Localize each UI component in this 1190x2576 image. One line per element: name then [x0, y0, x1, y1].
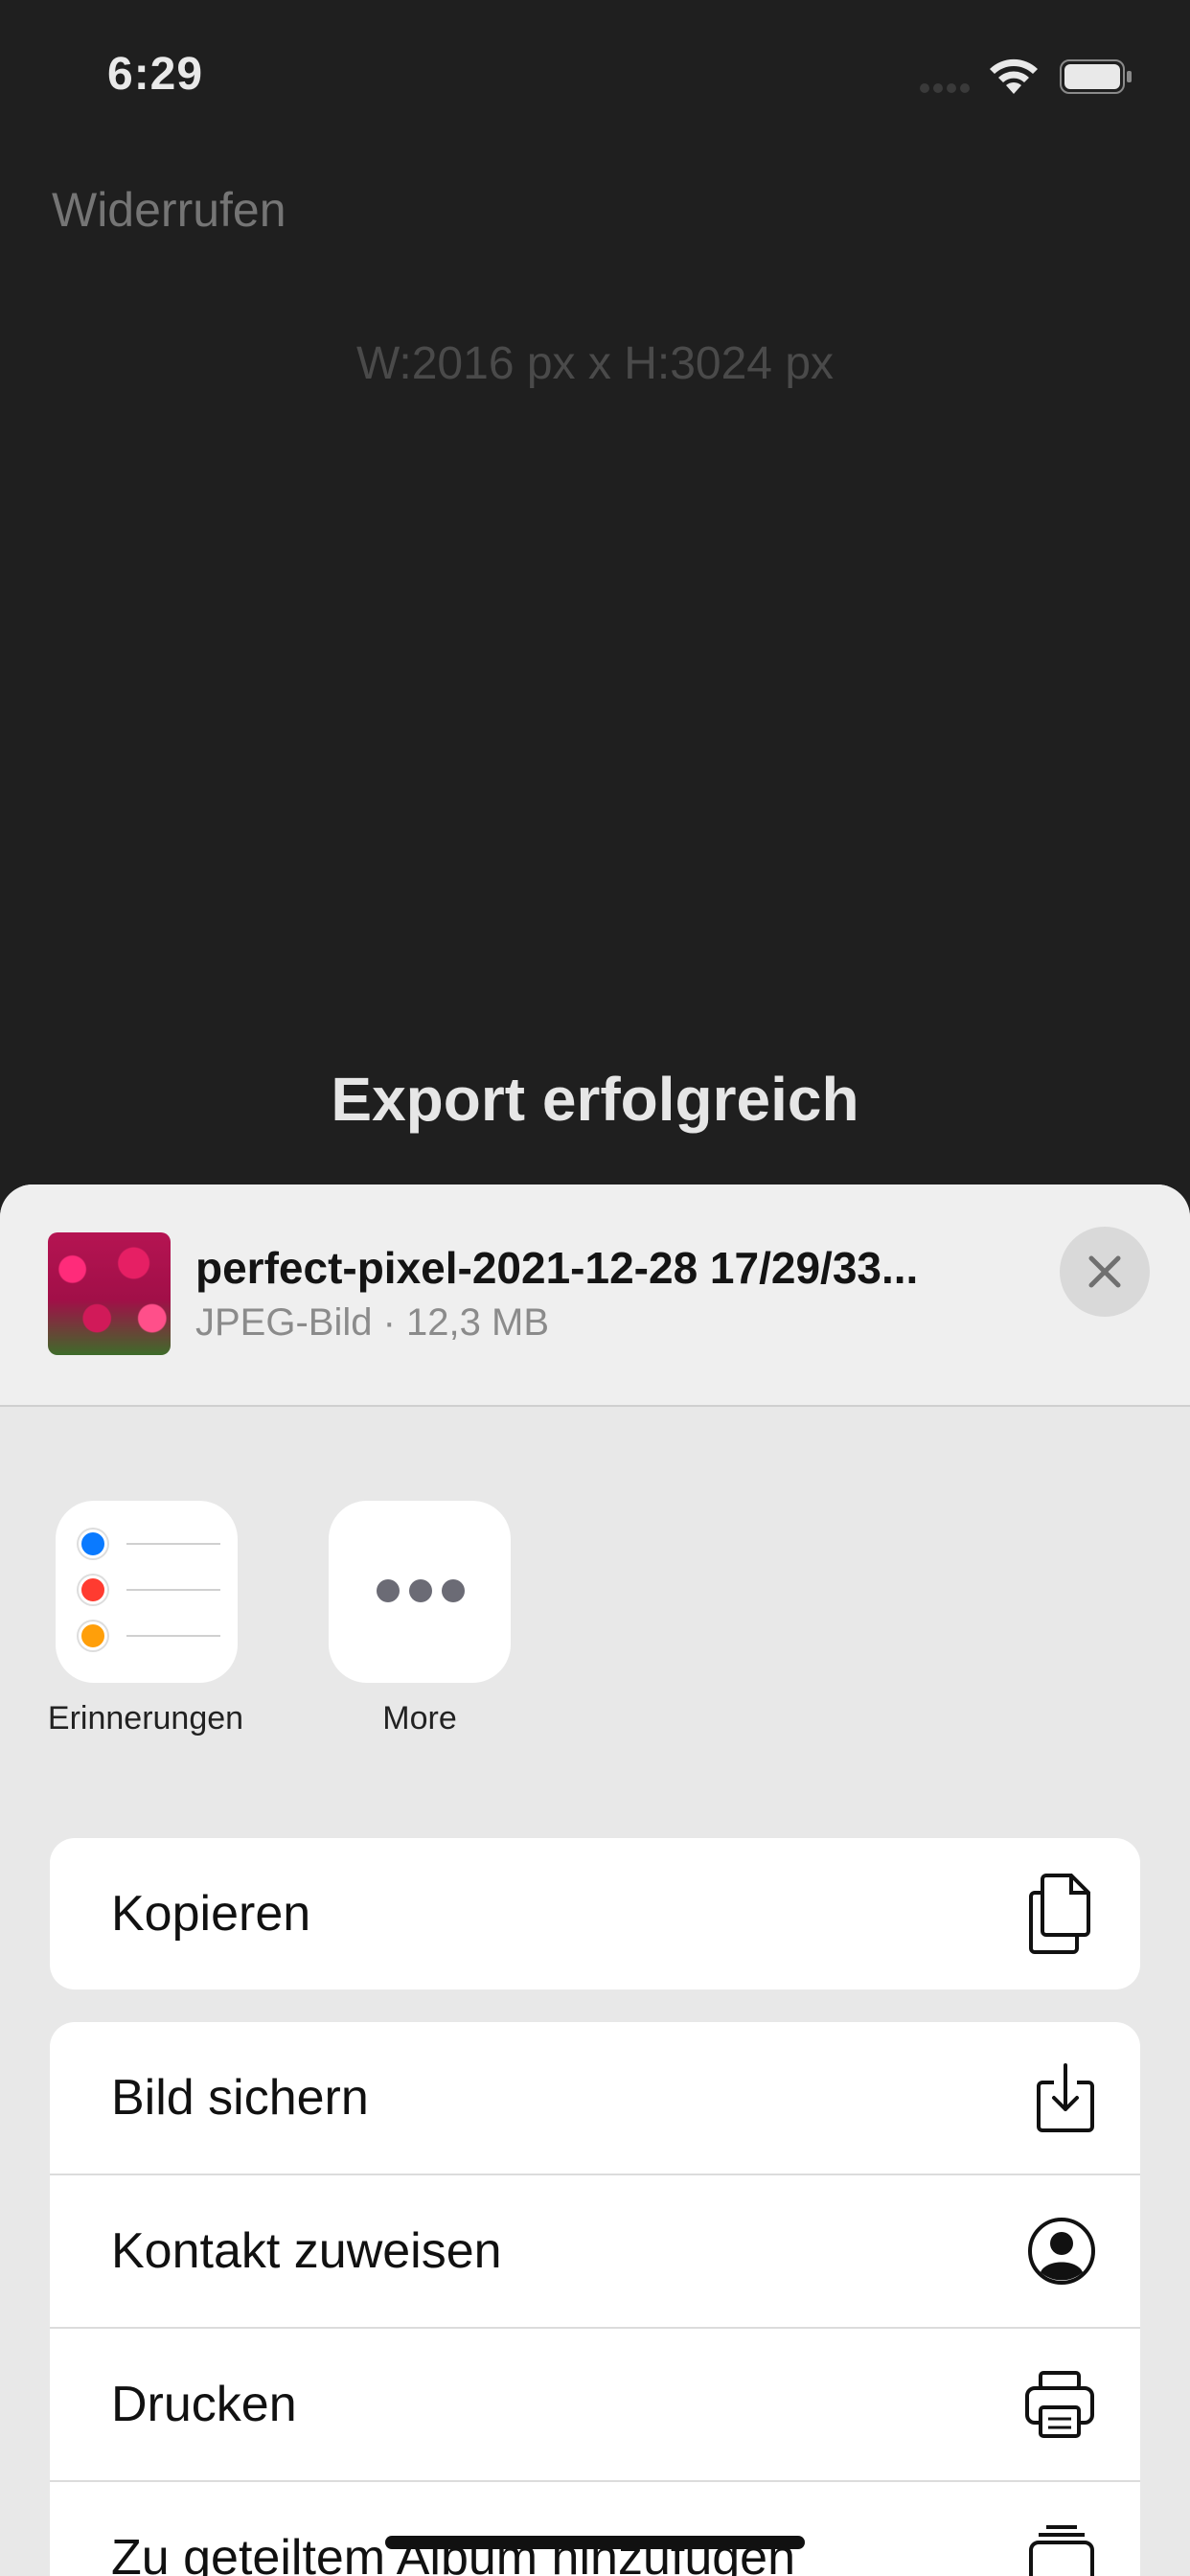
reminders-app-button[interactable] — [56, 1501, 238, 1683]
image-dimensions: W:2016 px x H:3024 px — [355, 338, 835, 389]
assign-contact-label: Kontakt zuweisen — [111, 2223, 502, 2279]
close-button[interactable] — [1060, 1227, 1150, 1317]
share-sheet-header: perfect-pixel-2021-12-28 17/29/33... JPE… — [0, 1184, 1190, 1407]
close-icon — [1088, 1255, 1121, 1288]
printer-icon — [1025, 2371, 1094, 2438]
save-image-label: Bild sichern — [111, 2070, 369, 2126]
download-icon — [1037, 2063, 1094, 2132]
print-label: Drucken — [111, 2377, 297, 2432]
actions-group: Bild sichern Kontakt zuweisen Drucken Zu… — [50, 2022, 1140, 2576]
save-image-action[interactable]: Bild sichern — [50, 2022, 1140, 2175]
assign-contact-action[interactable]: Kontakt zuweisen — [50, 2175, 1140, 2329]
reminders-app-label: Erinnerungen — [47, 1700, 244, 1736]
add-to-shared-album-action[interactable]: Zu geteiltem Album hinzufügen — [50, 2482, 1140, 2576]
more-icon — [377, 1579, 465, 1602]
copy-action-group: Kopieren — [50, 1838, 1140, 1990]
more-label: More — [382, 1700, 457, 1736]
contact-icon — [1028, 2218, 1095, 2285]
file-thumbnail — [48, 1232, 171, 1355]
status-time: 6:29 — [107, 49, 204, 100]
wifi-icon — [990, 58, 1038, 94]
battery-icon — [1060, 59, 1132, 94]
more-button[interactable] — [329, 1501, 511, 1683]
undo-button[interactable]: Widerrufen — [52, 182, 286, 238]
print-action[interactable]: Drucken — [50, 2329, 1140, 2482]
export-success-message: Export erfolgreich — [331, 1065, 859, 1134]
file-subtitle: JPEG-Bild · 12,3 MB — [195, 1301, 550, 1344]
share-sheet: perfect-pixel-2021-12-28 17/29/33... JPE… — [0, 1184, 1190, 2576]
copy-action-label: Kopieren — [111, 1886, 311, 1942]
copy-action[interactable]: Kopieren — [50, 1838, 1140, 1990]
file-title: perfect-pixel-2021-12-28 17/29/33... — [195, 1243, 919, 1293]
cellular-signal-icon — [920, 80, 973, 98]
home-indicator — [385, 2536, 805, 2549]
shared-album-icon — [1029, 2525, 1094, 2576]
status-bar: 6:29 — [0, 0, 1190, 144]
copy-icon — [1029, 1874, 1090, 1954]
